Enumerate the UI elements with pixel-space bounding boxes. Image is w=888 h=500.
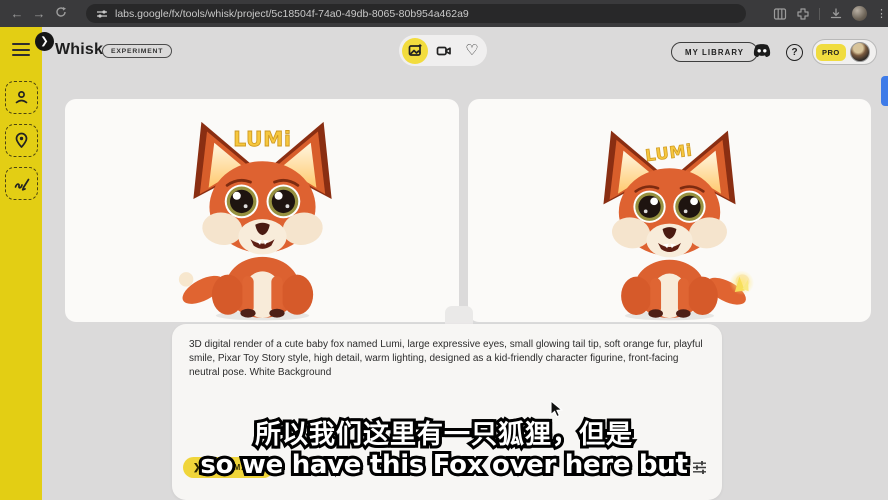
- character-name-label: LUMi: [644, 141, 693, 166]
- user-avatar: [850, 42, 870, 62]
- divider: [819, 8, 820, 20]
- help-button[interactable]: ?: [786, 44, 803, 61]
- reload-icon: [55, 6, 67, 18]
- pro-badge: PRO: [816, 44, 846, 61]
- subtitle-chinese: 所以我们这里有一只狐狸，但是 所以我们这里有一只狐狸，但是: [0, 414, 888, 451]
- url-bar[interactable]: labs.google/fx/tools/whisk/project/5c185…: [86, 4, 746, 23]
- screen: ← → labs.google/fx/tools/whisk/project/5…: [0, 0, 888, 500]
- sidebar-item-subject[interactable]: [5, 81, 38, 114]
- mouse-cursor: [550, 400, 564, 418]
- browser-chrome: ← → labs.google/fx/tools/whisk/project/5…: [0, 0, 888, 27]
- url-text: labs.google/fx/tools/whisk/project/5c185…: [115, 8, 469, 20]
- sidebar-item-scene[interactable]: [5, 124, 38, 157]
- style-pen-icon: [13, 175, 31, 193]
- tab-groups-icon[interactable]: [773, 7, 787, 21]
- extensions-icon[interactable]: [796, 7, 810, 21]
- sidebar-item-style[interactable]: [5, 167, 38, 200]
- question-mark: ?: [791, 47, 797, 58]
- browser-reload-button[interactable]: [50, 6, 72, 21]
- page-title: Whisk: [55, 41, 103, 59]
- fox-illustration: LUMi: [174, 117, 351, 322]
- my-library-button[interactable]: MY LIBRARY: [671, 42, 758, 62]
- browser-back-button[interactable]: ←: [6, 6, 28, 21]
- browser-menu-icon[interactable]: ⋮: [876, 12, 884, 16]
- character-name-label: LUMi: [233, 127, 291, 151]
- downloads-icon[interactable]: [829, 7, 843, 21]
- generated-image-card-right[interactable]: LUMi: [468, 99, 871, 322]
- subtitle-english: so we have this Fox over here but so we …: [0, 450, 888, 480]
- sidebar-expand-button[interactable]: ❯: [35, 32, 54, 51]
- favorites-button[interactable]: ♡: [460, 39, 484, 63]
- prompt-text[interactable]: 3D digital render of a cute baby fox nam…: [172, 324, 722, 379]
- site-controls-icon: [96, 8, 108, 20]
- heart-icon: ♡: [465, 43, 478, 58]
- person-icon: [13, 89, 30, 106]
- experiment-badge: EXPERIMENT: [102, 44, 172, 58]
- fox-illustration: LUMi: [585, 126, 754, 322]
- account-pill[interactable]: PRO: [812, 39, 877, 65]
- discord-icon: [752, 43, 772, 59]
- discord-button[interactable]: [752, 43, 772, 64]
- image-icon: [408, 43, 423, 58]
- menu-icon[interactable]: [12, 43, 30, 56]
- browser-forward-button[interactable]: →: [28, 6, 50, 21]
- mode-switcher: ♡: [399, 35, 487, 66]
- generated-image-card-left[interactable]: LUMi: [65, 99, 459, 322]
- image-mode-button[interactable]: [402, 38, 428, 64]
- feedback-tab[interactable]: [881, 76, 888, 106]
- location-pin-icon: [13, 132, 30, 149]
- video-mode-button[interactable]: [432, 39, 456, 63]
- browser-profile-avatar[interactable]: [852, 6, 867, 21]
- video-icon: [436, 44, 452, 58]
